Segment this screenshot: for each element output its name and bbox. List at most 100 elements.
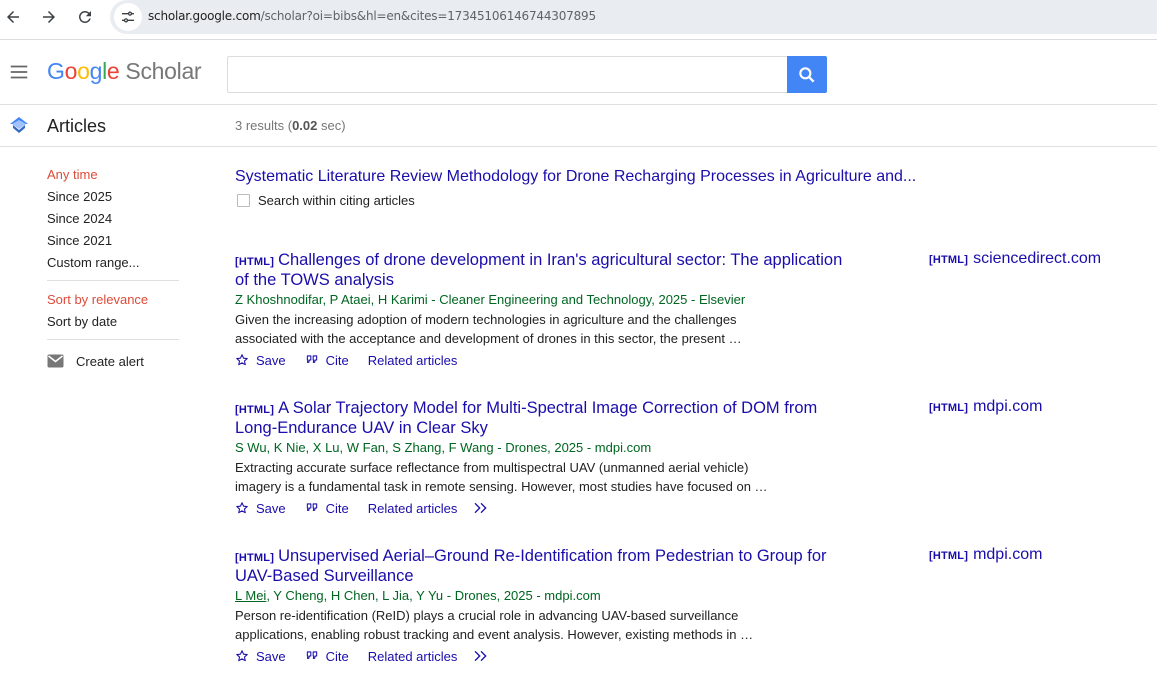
scholar-wordmark: Scholar — [125, 58, 202, 84]
format-tag: [HTML] — [235, 404, 275, 416]
save-button[interactable]: Save — [235, 649, 286, 664]
result-authors: S Wu, K Nie, X Lu, W Fan, S Zhang, F Wan… — [235, 440, 855, 456]
time-filter-since-2024[interactable]: Since 2024 — [47, 210, 179, 232]
sort-option-sort-by-relevance[interactable]: Sort by relevance — [47, 291, 179, 313]
double-chevron-icon — [474, 502, 487, 514]
side-format-tag: [HTML] — [929, 254, 969, 266]
url-text: scholar.google.com/scholar?oi=bibs&hl=en… — [148, 9, 596, 23]
double-chevron-icon — [474, 650, 487, 662]
authors-text: S Wu, K Nie, X Lu, W Fan, S Zhang, F Wan… — [235, 440, 652, 455]
url-path: /scholar?oi=bibs&hl=en&cites=17345106146… — [260, 9, 597, 23]
articles-title: Articles — [47, 116, 107, 136]
cite-button[interactable]: Cite — [305, 501, 349, 516]
scholar-logo[interactable]: Google Scholar — [47, 58, 202, 85]
result-body: [HTML] Unsupervised Aerial–Ground Re-Iden… — [235, 546, 855, 666]
results-time: 0.02 — [292, 118, 318, 133]
time-filter-list: Any time Since 2025 Since 2024 Since 2021 Cu… — [47, 166, 179, 276]
envelope-icon — [47, 354, 64, 368]
result-heading: [HTML] Challenges of drone development in… — [235, 250, 855, 290]
quote-icon — [306, 355, 317, 363]
arrow-left-icon — [7, 11, 19, 23]
result-actions: Save Cite Related articles — [235, 350, 855, 370]
result-actions: Save Cite Related articles — [235, 646, 855, 666]
cite-label: Cite — [325, 352, 349, 368]
save-button[interactable]: Save — [235, 501, 286, 516]
related-label: Related articles — [367, 352, 458, 368]
result-body: [HTML] Challenges of drone development in… — [235, 250, 855, 370]
create-alert-button[interactable]: Create alert — [47, 350, 179, 372]
format-tag: [HTML] — [235, 552, 275, 564]
site-info-button[interactable] — [114, 3, 142, 31]
side-format-tag: [HTML] — [929, 550, 969, 562]
related-label: Related articles — [367, 648, 458, 664]
address-bar[interactable]: scholar.google.com/scholar?oi=bibs&hl=en… — [110, 0, 1157, 34]
back-button[interactable] — [0, 4, 26, 30]
sidebar-divider — [47, 280, 179, 281]
format-tag: [HTML] — [235, 256, 275, 268]
cite-label: Cite — [325, 500, 349, 516]
logo-letter: g — [89, 58, 103, 84]
google-wordmark: Google — [47, 58, 120, 84]
logo-letter: o — [77, 58, 90, 84]
result-authors: Z Khoshnodifar, P Ataei, H Karimi - Clea… — [235, 292, 855, 308]
save-label: Save — [256, 648, 286, 664]
sort-option-list: Sort by relevance Sort by date — [47, 291, 179, 335]
star-icon — [236, 354, 248, 366]
logo-letter: e — [106, 58, 120, 84]
forward-button[interactable] — [36, 4, 62, 30]
more-options-button[interactable] — [473, 501, 489, 515]
cite-button[interactable]: Cite — [305, 353, 349, 368]
results-prefix: 3 results ( — [235, 118, 293, 133]
url-host: scholar.google.com — [148, 9, 261, 23]
author-link[interactable]: L Mei — [235, 588, 266, 603]
result-title[interactable]: A Solar Trajectory Model for Multi-Spect… — [235, 399, 817, 437]
result-heading: [HTML] A Solar Trajectory Model for Multi… — [235, 398, 855, 438]
star-icon — [236, 650, 248, 662]
arrow-right-icon — [43, 11, 55, 23]
search-within-label: Search within citing articles — [258, 193, 415, 208]
results-count: 3 results (0.02 sec) — [235, 118, 346, 133]
time-filter-since-2025[interactable]: Since 2025 — [47, 188, 179, 210]
reload-button[interactable] — [72, 4, 98, 30]
logo-letter: o — [64, 58, 78, 84]
related-articles-link[interactable]: Related articles — [368, 649, 458, 664]
sidebar-divider — [47, 339, 179, 340]
result-item: [HTML] Unsupervised Aerial–Ground Re-Iden… — [235, 546, 1135, 666]
save-button[interactable]: Save — [235, 353, 286, 368]
authors-text: , Y Cheng, H Chen, L Jia, Y Yu - Drones,… — [266, 588, 601, 603]
result-title[interactable]: Challenges of drone development in Iran'… — [235, 251, 842, 289]
full-text-link[interactable]: [HTML] mdpi.com — [929, 398, 1042, 416]
time-filter-since-2021[interactable]: Since 2021 — [47, 232, 179, 254]
scholar-header: Google Scholar — [0, 41, 1157, 105]
sort-option-sort-by-date[interactable]: Sort by date — [47, 313, 179, 335]
search-within-citing[interactable]: Search within citing articles — [235, 193, 1135, 208]
result-item: [HTML] Challenges of drone development in… — [235, 250, 1135, 370]
time-filter-custom-range[interactable]: Custom range... — [47, 254, 179, 276]
side-format-tag: [HTML] — [929, 402, 969, 414]
full-text-link[interactable]: [HTML] sciencedirect.com — [929, 250, 1101, 268]
more-options-button[interactable] — [473, 649, 489, 663]
result-snippet: Given the increasing adoption of modern … — [235, 312, 742, 346]
hamburger-menu-icon[interactable] — [8, 61, 30, 83]
result-snippet: Extracting accurate surface reflectance … — [235, 460, 768, 494]
search-input[interactable] — [227, 56, 788, 93]
search-icon — [799, 66, 815, 82]
result-title[interactable]: Unsupervised Aerial–Ground Re-Identifica… — [235, 547, 827, 585]
filter-sidebar: Any time Since 2025 Since 2024 Since 2021 Cu… — [47, 166, 179, 372]
search-within-checkbox[interactable] — [237, 194, 250, 207]
citing-article-title[interactable]: Systematic Literature Review Methodology… — [235, 166, 1135, 188]
graduation-cap-icon — [10, 117, 28, 133]
related-articles-link[interactable]: Related articles — [368, 501, 458, 516]
cite-button[interactable]: Cite — [305, 649, 349, 664]
full-text-link[interactable]: [HTML] mdpi.com — [929, 546, 1042, 564]
result-item: [HTML] A Solar Trajectory Model for Multi… — [235, 398, 1135, 518]
result-heading: [HTML] Unsupervised Aerial–Ground Re-Iden… — [235, 546, 855, 586]
side-source: mdpi.com — [973, 546, 1043, 563]
logo-letter: G — [47, 58, 65, 84]
result-snippet: Person re-identification (ReID) plays a … — [235, 608, 754, 642]
related-articles-link[interactable]: Related articles — [368, 353, 458, 368]
search-button[interactable] — [787, 56, 827, 93]
save-label: Save — [256, 500, 286, 516]
side-source: sciencedirect.com — [973, 250, 1102, 267]
time-filter-any-time[interactable]: Any time — [47, 166, 179, 188]
